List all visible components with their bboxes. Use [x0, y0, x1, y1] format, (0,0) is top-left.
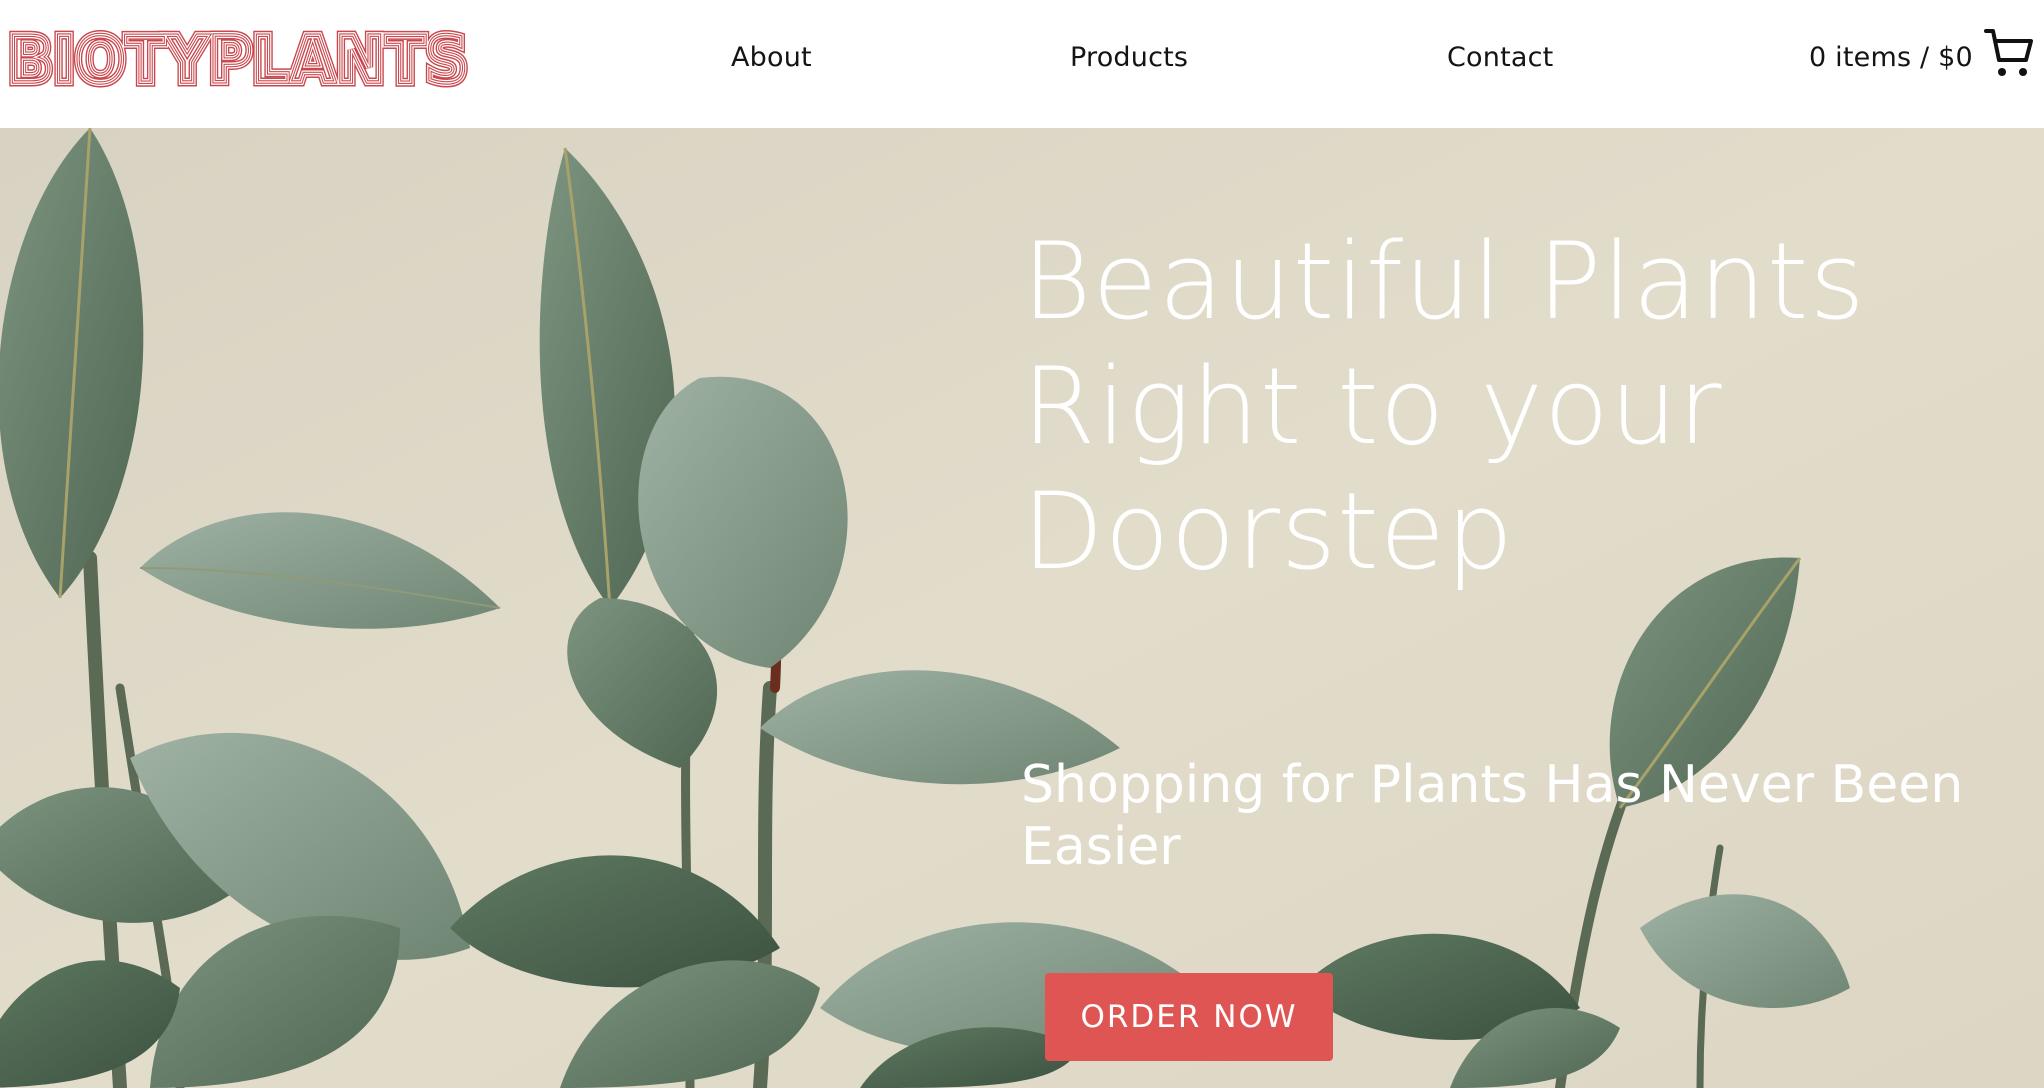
- brand-logo-wordmark: BIOTYPLANTS BIOTYPLANTS BIOTYPLANTS BIOT…: [8, 26, 468, 90]
- nav-contact-link[interactable]: Contact: [1447, 42, 1553, 73]
- hero-subtitle: Shopping for Plants Has Never Been Easie…: [1021, 755, 1964, 877]
- hero-title-line-1: Beautiful Plants: [1022, 220, 1866, 343]
- order-now-button[interactable]: ORDER NOW: [1045, 973, 1333, 1061]
- hero-title-line-2: Right to your: [1022, 345, 1723, 468]
- hero-title-line-3: Doorstep: [1022, 470, 1515, 593]
- hero-section: Beautiful Plants Right to your Doorstep …: [0, 128, 2044, 1088]
- nav-products-link[interactable]: Products: [1070, 42, 1188, 73]
- site-header: BIOTYPLANTS BIOTYPLANTS BIOTYPLANTS BIOT…: [0, 0, 2044, 128]
- cart-summary[interactable]: 0 items / $0: [1809, 42, 1973, 73]
- page: BIOTYPLANTS BIOTYPLANTS BIOTYPLANTS BIOT…: [0, 0, 2044, 1088]
- nav-about-link[interactable]: About: [731, 42, 812, 73]
- hero-title: Beautiful Plants Right to your Doorstep: [1022, 219, 2002, 594]
- shopping-cart-icon[interactable]: [1984, 26, 2034, 80]
- svg-text:BIOTYPLANTS: BIOTYPLANTS: [8, 26, 468, 90]
- brand-logo[interactable]: BIOTYPLANTS BIOTYPLANTS BIOTYPLANTS BIOT…: [8, 26, 468, 90]
